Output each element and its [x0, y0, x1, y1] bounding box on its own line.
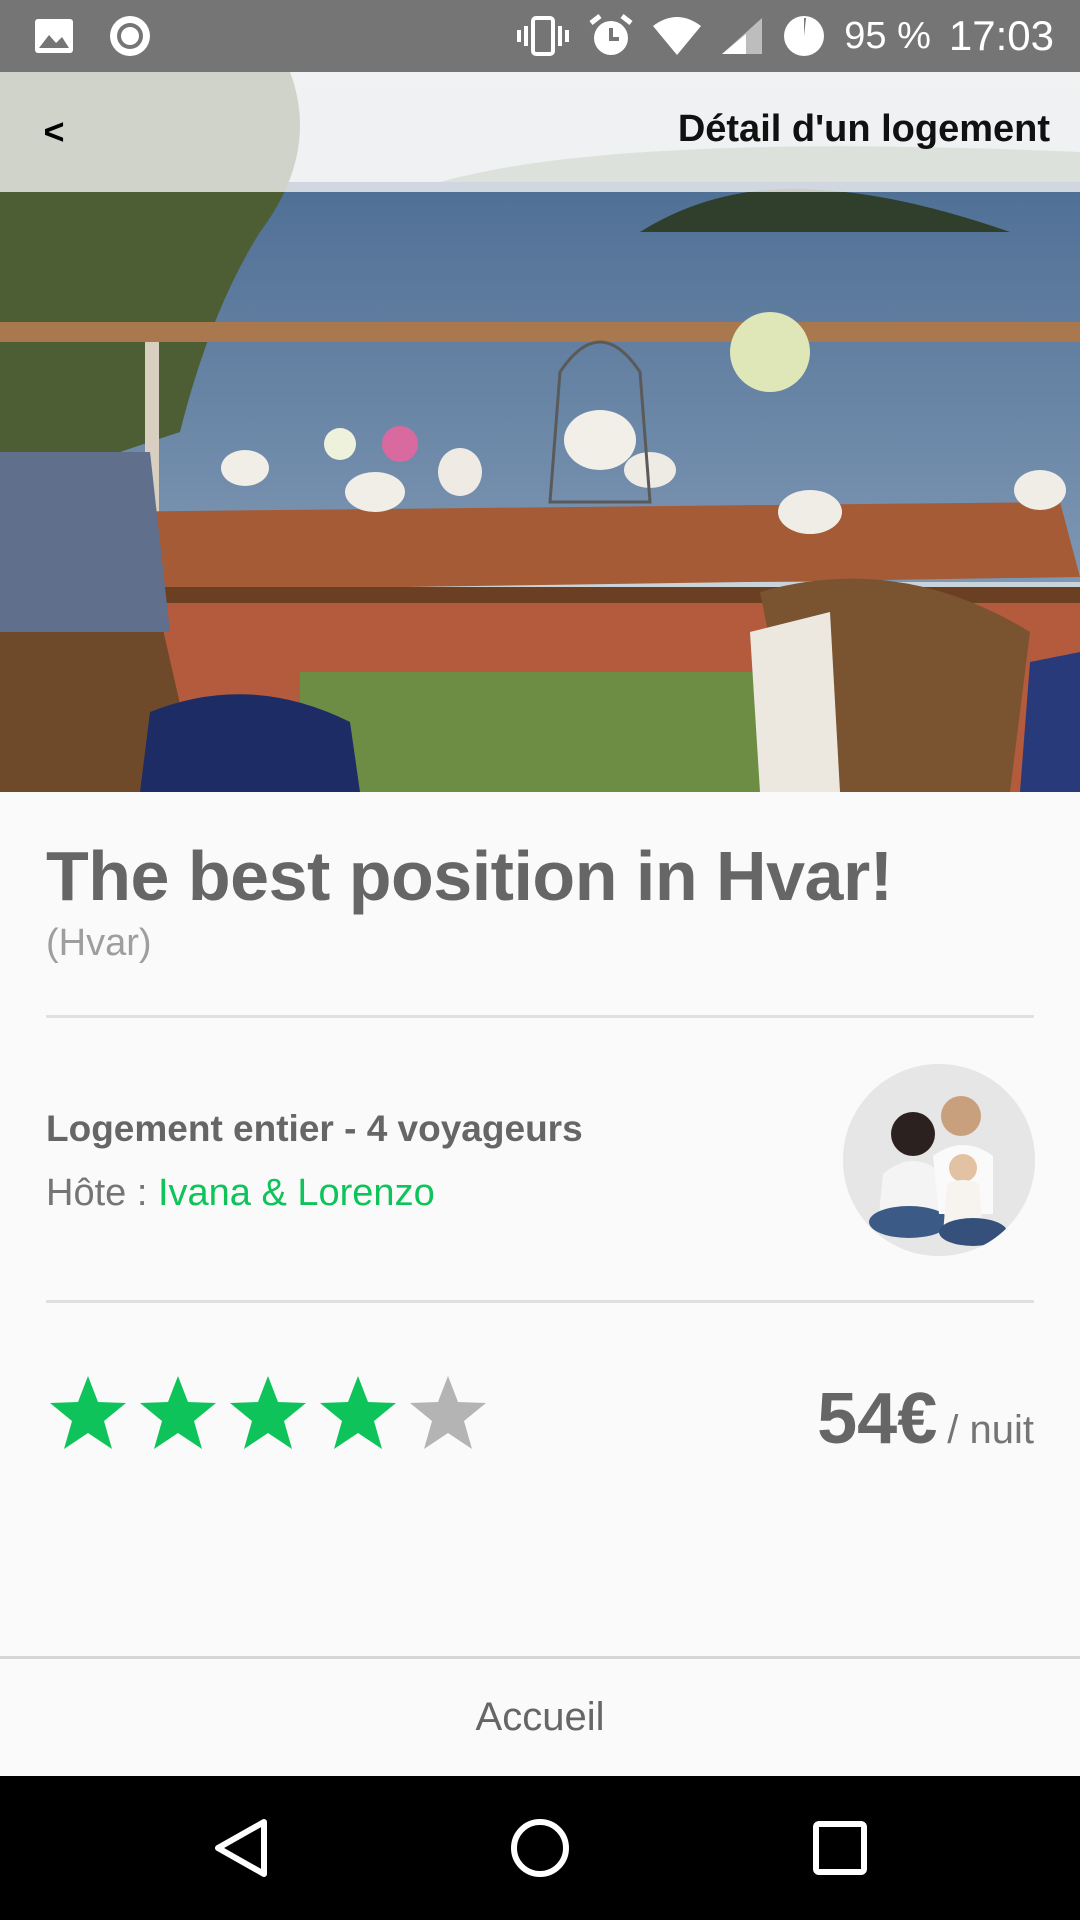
app-bar: < Détail d'un logement	[0, 72, 1080, 192]
host-line: Hôte : Ivana & Lorenzo	[46, 1172, 435, 1215]
image-icon	[35, 19, 73, 53]
star-filled-icon	[140, 1376, 216, 1449]
wifi-icon	[653, 17, 702, 55]
host-avatar[interactable]	[843, 1064, 1035, 1256]
listing-title: The best position in Hvar!	[46, 837, 893, 915]
system-nav-bar	[0, 1776, 1080, 1920]
record-icon	[110, 16, 150, 56]
battery-percent: 95 %	[844, 14, 931, 57]
home-circle-icon[interactable]	[504, 1812, 576, 1884]
lodging-type: Logement entier - 4 voyageurs	[46, 1108, 583, 1149]
price-unit: / nuit	[947, 1408, 1034, 1452]
battery-icon	[784, 16, 825, 56]
host-name-link[interactable]: Ivana & Lorenzo	[158, 1172, 435, 1214]
clock: 17:03	[948, 12, 1054, 59]
star-filled-icon	[50, 1376, 126, 1449]
price-amount: 54€	[817, 1379, 938, 1459]
signal-icon	[722, 18, 763, 54]
star-empty-icon	[410, 1376, 486, 1449]
star-filled-icon	[230, 1376, 306, 1449]
vibrate-icon	[517, 16, 570, 56]
divider	[46, 1300, 1034, 1303]
page-title: Détail d'un logement	[677, 108, 1050, 150]
star-rating	[46, 1372, 490, 1456]
host-label: Hôte :	[46, 1172, 148, 1214]
listing-location: (Hvar)	[46, 922, 152, 964]
back-button[interactable]: <	[24, 102, 84, 162]
back-triangle-icon[interactable]	[204, 1812, 276, 1884]
alarm-icon	[589, 14, 633, 55]
price: 54€ / nuit	[817, 1378, 1034, 1460]
status-bar: 95 % 17:03	[0, 0, 1080, 72]
divider	[46, 1015, 1034, 1018]
home-button[interactable]: Accueil	[0, 1659, 1080, 1776]
recents-square-icon[interactable]	[804, 1812, 876, 1884]
star-filled-icon	[320, 1376, 396, 1449]
